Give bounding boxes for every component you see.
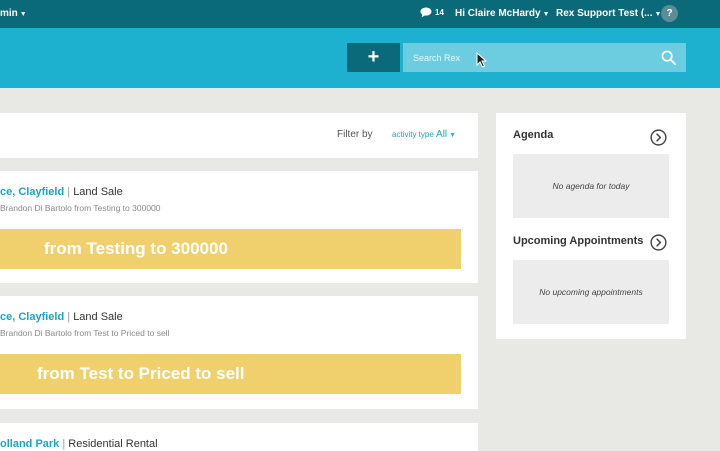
feed-item-category: Residential Rental [68, 438, 158, 450]
agenda-title: Agenda [513, 129, 554, 141]
feed-item-title: olland Park | Residential Rental [0, 438, 158, 450]
feed-item: ce, Clayfield | Land Sale Brandon Di Bar… [0, 171, 478, 283]
feed-item: olland Park | Residential Rental [0, 423, 478, 451]
search-bar [403, 43, 686, 72]
filter-label: Filter by [337, 129, 373, 140]
search-icon[interactable] [661, 50, 676, 65]
feed-item-subtitle: Brandon Di Bartolo from Testing to 30000… [0, 203, 161, 213]
appointments-arrow-icon[interactable] [650, 234, 667, 251]
filter-value: All [436, 129, 448, 140]
feed-filter-bar: Filter by activity type All ▼ [0, 113, 478, 158]
feed-item-location[interactable]: olland Park [0, 438, 59, 450]
search-input[interactable] [403, 43, 653, 72]
feed-item-banner: from Testing to 300000 [0, 229, 461, 269]
agenda-empty-message: No agenda for today [513, 154, 669, 218]
top-nav: min ▼ 14 Hi Claire McHardy ▼ Rex Support T… [0, 0, 720, 28]
title-separator: | [67, 311, 71, 323]
mouse-cursor-icon [476, 52, 487, 68]
feed-item-subtitle: Brandon Di Bartolo from Test to Priced t… [0, 328, 170, 338]
appointments-title: Upcoming Appointments [513, 235, 644, 247]
title-separator: | [67, 186, 71, 198]
speech-bubble-icon [420, 7, 432, 18]
account-label: Rex Support Test (... [556, 8, 653, 19]
chevron-down-icon: ▼ [449, 132, 457, 139]
messages-button[interactable]: 14 [420, 7, 444, 18]
feed-item: ce, Clayfield | Land Sale Brandon Di Bar… [0, 296, 478, 409]
chevron-down-icon: ▼ [19, 11, 27, 18]
help-button[interactable]: ? [661, 5, 678, 22]
feed-item-banner: from Test to Priced to sell [0, 354, 461, 394]
filter-type-label: activity type [392, 130, 434, 139]
feed-item-title: ce, Clayfield | Land Sale [0, 186, 123, 198]
agenda-arrow-icon[interactable] [650, 129, 667, 146]
activity-type-filter[interactable]: activity type All ▼ [392, 129, 456, 140]
add-button[interactable]: + [347, 43, 400, 72]
messages-count: 14 [435, 8, 444, 17]
admin-menu[interactable]: min ▼ [0, 8, 27, 19]
chevron-down-icon: ▼ [542, 11, 550, 18]
user-greeting: Hi Claire McHardy [455, 8, 541, 19]
admin-menu-label: min [0, 8, 18, 19]
feed-item-location[interactable]: ce, Clayfield [0, 186, 64, 198]
feed-item-title: ce, Clayfield | Land Sale [0, 311, 123, 323]
feed-item-category: Land Sale [73, 311, 123, 323]
feed-item-location[interactable]: ce, Clayfield [0, 311, 64, 323]
title-separator: | [62, 438, 66, 450]
account-menu[interactable]: Rex Support Test (... ▼ [556, 8, 661, 19]
feed-item-category: Land Sale [73, 186, 123, 198]
user-menu[interactable]: Hi Claire McHardy ▼ [455, 8, 550, 19]
sidebar-panel: Agenda No agenda for today Upcoming Appo… [496, 113, 686, 339]
appointments-empty-message: No upcoming appointments [513, 260, 669, 324]
